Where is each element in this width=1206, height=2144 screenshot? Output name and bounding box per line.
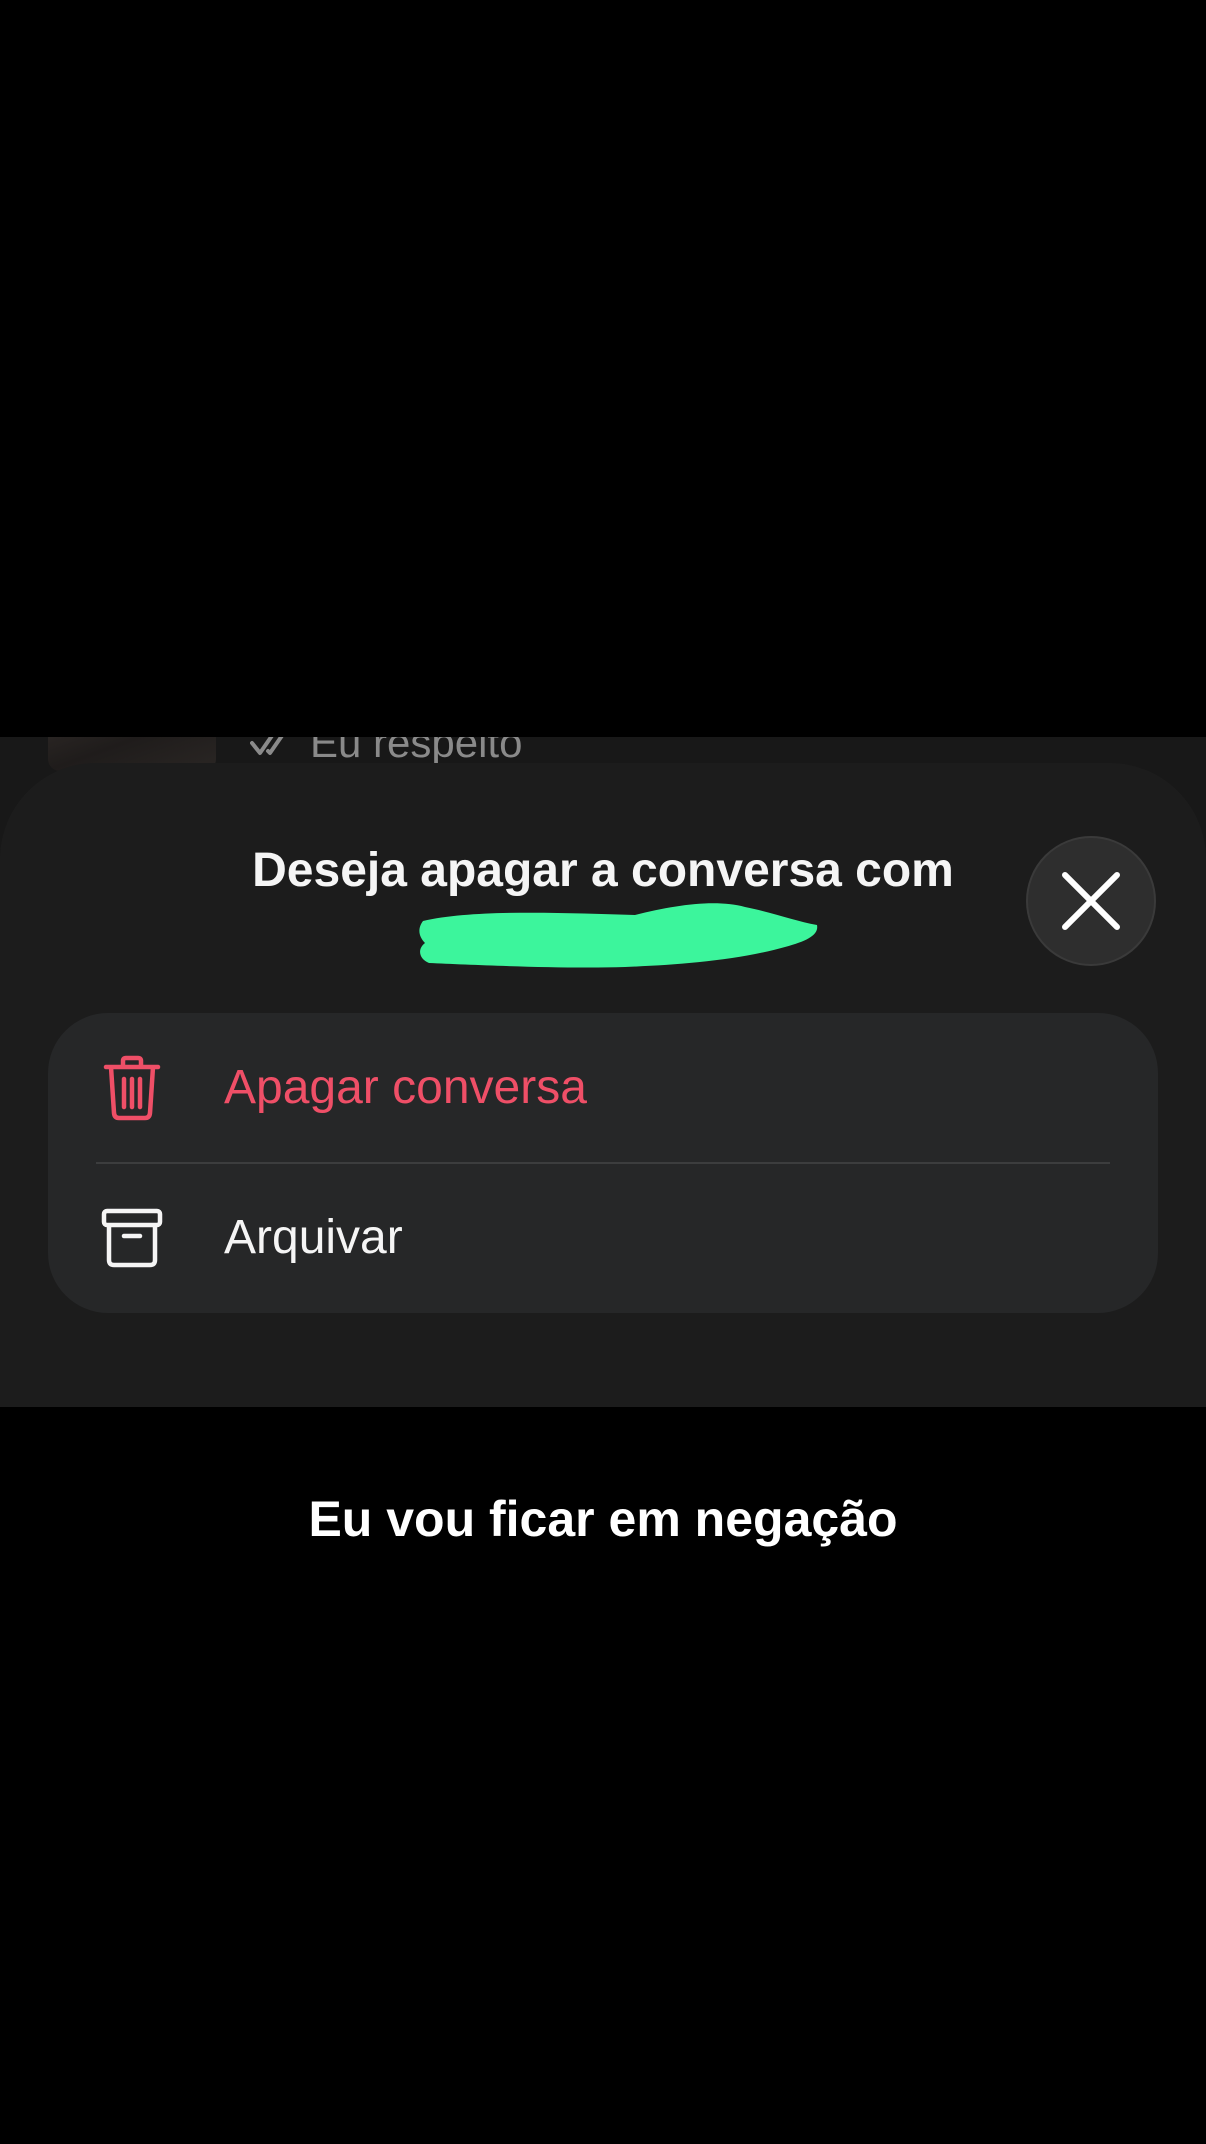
delete-conversation-label: Apagar conversa (224, 1061, 587, 1114)
trash-icon (100, 1055, 164, 1121)
message-preview-text: Eu respeito (310, 737, 523, 766)
delete-conversation-button[interactable]: Apagar conversa (48, 1013, 1158, 1163)
double-check-icon (250, 737, 300, 763)
sheet-title: Deseja apagar a conversa com (252, 844, 954, 897)
delete-conversation-sheet: Deseja apagar a conversa com Apagar conv… (0, 763, 1206, 1407)
app-screenshot: Eu respeito Deseja apagar a conversa com (0, 737, 1206, 1407)
message-preview: Eu respeito (250, 737, 523, 766)
archive-button[interactable]: Arquivar (48, 1163, 1158, 1313)
options-card: Apagar conversa Arquivar (48, 1013, 1158, 1313)
close-button[interactable] (1026, 836, 1156, 966)
archive-label: Arquivar (224, 1211, 403, 1264)
video-caption: Eu vou ficar em negação (308, 1491, 898, 1547)
close-icon (1062, 872, 1120, 930)
archive-box-icon (100, 1206, 164, 1270)
redaction-scribble (419, 903, 818, 968)
